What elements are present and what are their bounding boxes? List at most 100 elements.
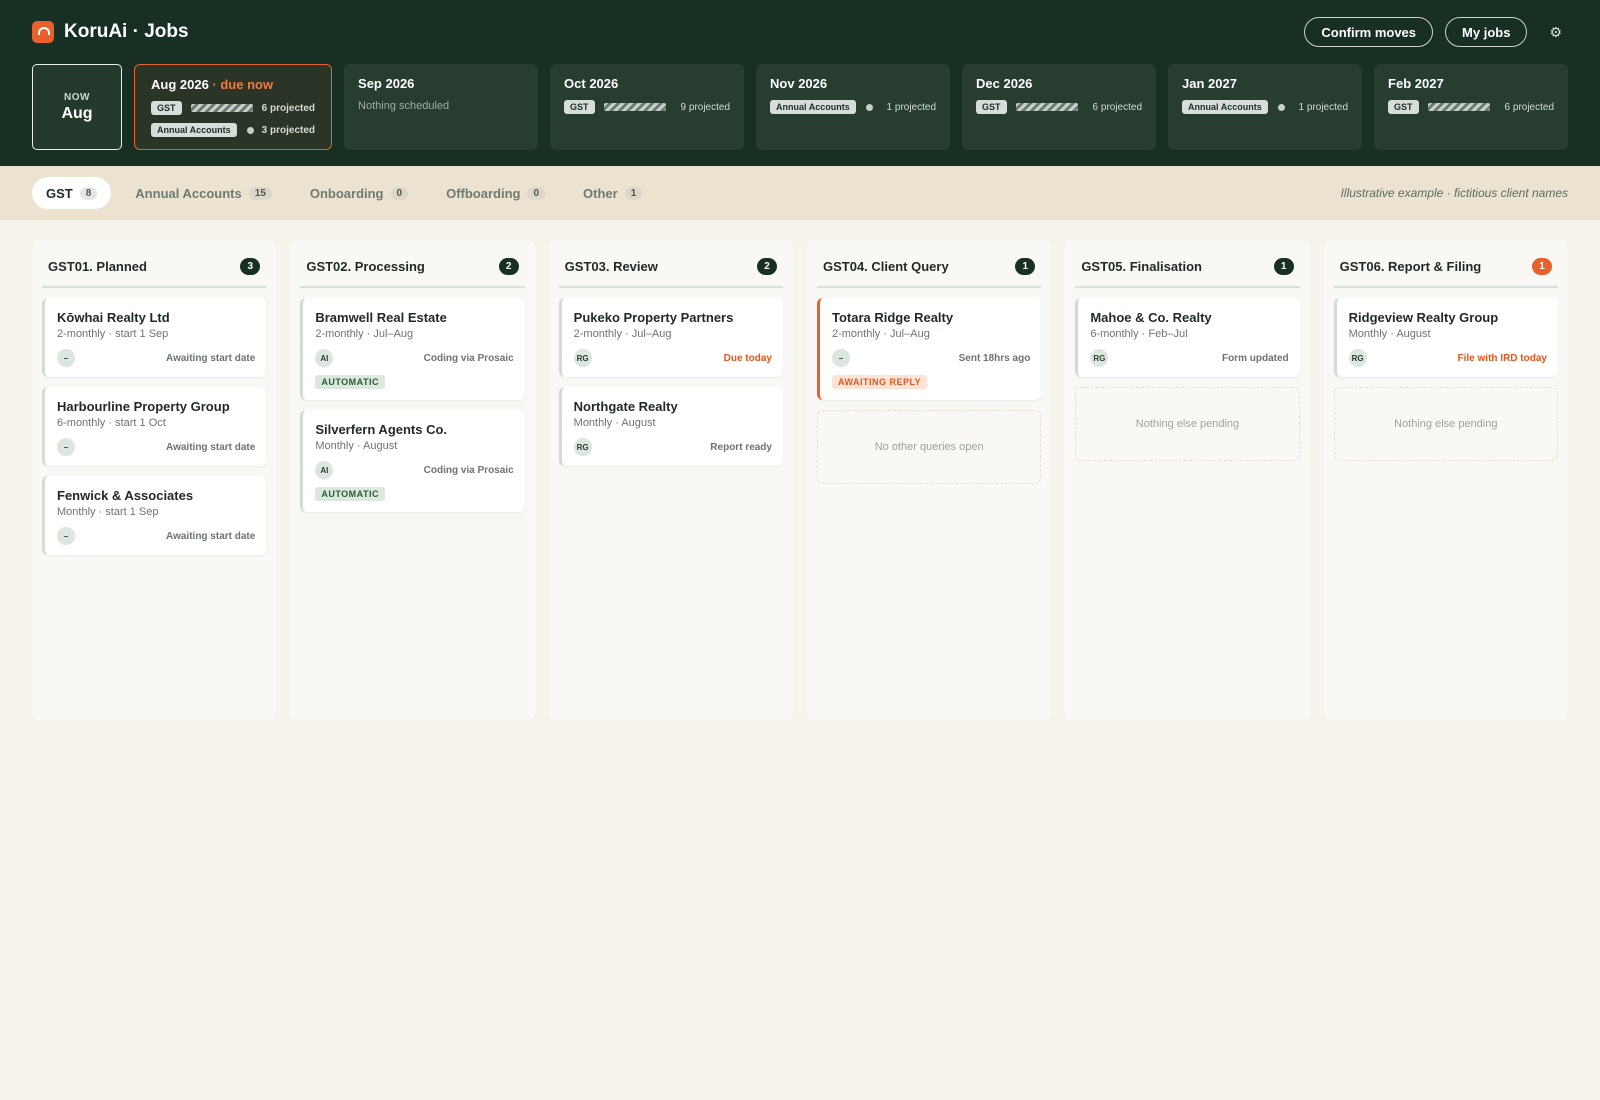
job-status: Report ready: [710, 441, 772, 453]
my-jobs-button[interactable]: My jobs: [1445, 17, 1528, 47]
month-card[interactable]: Jan 2027 Annual Accounts 1 projected: [1168, 64, 1363, 150]
job-type-tag: Annual Accounts: [770, 100, 856, 114]
column-count-badge: 3: [240, 257, 261, 275]
month-title: Aug 2026 · due now: [151, 77, 315, 92]
month-name: Dec 2026: [976, 76, 1033, 91]
month-name: Sep 2026: [358, 76, 415, 91]
board-column: GST01. Planned 3 Kōwhai Realty Ltd 2-monthl…: [32, 240, 277, 720]
progress-dot-icon: [246, 126, 254, 134]
column-title: GST03. Review: [564, 258, 658, 274]
disclaimer: Illustrative example · fictitious client…: [1340, 186, 1568, 200]
confirm-moves-button[interactable]: Confirm moves: [1304, 17, 1434, 47]
board-column: GST04. Client Query 1 Totara Ridge Realty 2…: [806, 240, 1052, 720]
job-card[interactable]: Pukeko Property Partners 2-monthly · Jul–…: [558, 298, 783, 377]
now-month: Aug: [61, 104, 93, 122]
column-title: GST02. Processing: [306, 258, 425, 274]
column-title: GST01. Planned: [48, 258, 147, 274]
column-header: GST03. Review 2: [558, 254, 783, 288]
tab-other[interactable]: Other 1: [569, 177, 656, 209]
projected-count: 1 projected: [1298, 101, 1349, 113]
column-count-badge: 1: [1273, 257, 1294, 275]
tab-label: Offboarding: [446, 185, 521, 201]
job-card[interactable]: Ridgeview Realty Group Monthly · August RG…: [1333, 298, 1558, 377]
client-name: Kōwhai Realty Ltd: [57, 310, 170, 325]
job-schedule: 6-monthly · Feb–Jul: [1090, 328, 1188, 340]
column-header: GST02. Processing 2: [300, 254, 525, 288]
status-badge: AUTOMATIC: [315, 487, 385, 501]
empty-placeholder: No other queries open: [816, 410, 1042, 484]
card-footer: RG Report ready: [573, 438, 772, 456]
job-card[interactable]: Harbourline Property Group 6-monthly · st…: [42, 387, 267, 466]
now-card[interactable]: NOW Aug: [32, 64, 122, 150]
tab-gst[interactable]: GST 8: [32, 177, 112, 209]
job-type-tag: GST: [1388, 100, 1419, 114]
tab-count: 8: [79, 186, 98, 200]
job-schedule: 2-monthly · Jul–Aug: [831, 328, 930, 340]
month-title: Jan 2027: [1182, 76, 1348, 91]
job-card[interactable]: Fenwick & Associates Monthly · start 1 Se…: [42, 476, 267, 555]
month-row: GST 9 projected: [564, 100, 730, 114]
month-title: Feb 2027: [1388, 76, 1554, 91]
job-status: Awaiting start date: [166, 352, 256, 364]
tab-count: 0: [390, 186, 409, 200]
month-name: Jan 2027: [1182, 76, 1237, 91]
client-name: Totara Ridge Realty: [831, 310, 954, 325]
job-type-tag: GST: [564, 100, 595, 114]
month-name: Aug 2026: [151, 77, 209, 92]
tab-offboarding[interactable]: Offboarding 0: [432, 177, 559, 209]
status-badge: AWAITING REPLY: [831, 375, 928, 389]
gear-icon[interactable]: ⚙: [1549, 24, 1562, 41]
projected-count: 9 projected: [680, 101, 731, 113]
card-footer: RG Due today: [573, 349, 772, 367]
month-card[interactable]: Dec 2026 GST 6 projected: [962, 64, 1157, 150]
client-name: Pukeko Property Partners: [573, 310, 734, 325]
job-card[interactable]: Silverfern Agents Co. Monthly · August AI C…: [300, 410, 525, 512]
tab-count: 15: [248, 186, 272, 200]
progress-bar: [1015, 103, 1078, 111]
column-header: GST06. Report & Filing 1: [1333, 254, 1558, 288]
card-footer: – Awaiting start date: [57, 349, 255, 367]
job-card[interactable]: Bramwell Real Estate 2-monthly · Jul–Aug A…: [300, 298, 525, 400]
job-schedule: 2-monthly · Jul–Aug: [315, 328, 414, 340]
assignee-avatar: –: [831, 349, 850, 367]
month-card[interactable]: Feb 2027 GST 6 projected: [1374, 64, 1569, 150]
job-schedule: 2-monthly · start 1 Sep: [57, 328, 169, 340]
assignee-avatar: RG: [1348, 349, 1367, 367]
column-title: GST04. Client Query: [822, 258, 949, 274]
month-row: Annual Accounts 3 projected: [151, 123, 315, 137]
client-name: Silverfern Agents Co.: [315, 422, 448, 437]
month-card[interactable]: Nov 2026 Annual Accounts 1 projected: [756, 64, 951, 150]
month-note: Nothing scheduled: [358, 100, 450, 112]
job-card[interactable]: Totara Ridge Realty 2-monthly · Jul–Aug – S…: [816, 298, 1042, 400]
month-card[interactable]: Sep 2026 Nothing scheduled: [344, 64, 539, 150]
tab-annual-accounts[interactable]: Annual Accounts 15: [121, 177, 286, 209]
board-column: GST02. Processing 2 Bramwell Real Estate 2-…: [290, 240, 535, 720]
job-type-tag: Annual Accounts: [1182, 100, 1268, 114]
logo-icon: [32, 21, 54, 43]
month-card[interactable]: Oct 2026 GST 9 projected: [550, 64, 745, 150]
card-footer: AI Coding via Prosaic: [315, 461, 514, 479]
tab-label: Onboarding: [309, 185, 384, 201]
tab-onboarding[interactable]: Onboarding 0: [296, 177, 422, 209]
job-card[interactable]: Northgate Realty Monthly · August RG Report…: [558, 387, 783, 466]
column-title: GST05. Finalisation: [1081, 258, 1202, 274]
month-row: GST 6 projected: [976, 100, 1142, 114]
column-count-badge: 2: [756, 257, 777, 275]
month-title: Sep 2026: [358, 76, 524, 91]
month-card[interactable]: Aug 2026 · due now GST 6 projected Annual A…: [134, 64, 333, 150]
month-title: Oct 2026: [564, 76, 730, 91]
column-count-badge: 1: [1015, 257, 1036, 275]
job-status: Awaiting start date: [166, 530, 256, 542]
column-count-badge: 2: [498, 257, 519, 275]
job-card[interactable]: Kōwhai Realty Ltd 2-monthly · start 1 Sep…: [42, 298, 267, 377]
job-card[interactable]: Mahoe & Co. Realty 6-monthly · Feb–Jul RG F…: [1075, 298, 1300, 377]
projected-count: 6 projected: [1092, 101, 1143, 113]
client-name: Northgate Realty: [573, 399, 678, 414]
card-footer: AI Coding via Prosaic: [315, 349, 514, 367]
assignee-avatar: –: [57, 527, 75, 545]
job-status: Coding via Prosaic: [423, 464, 514, 476]
month-row: GST 6 projected: [1388, 100, 1554, 114]
assignee-avatar: –: [57, 438, 75, 456]
month-row: Annual Accounts 1 projected: [1182, 100, 1348, 114]
job-status: Form updated: [1221, 352, 1289, 364]
